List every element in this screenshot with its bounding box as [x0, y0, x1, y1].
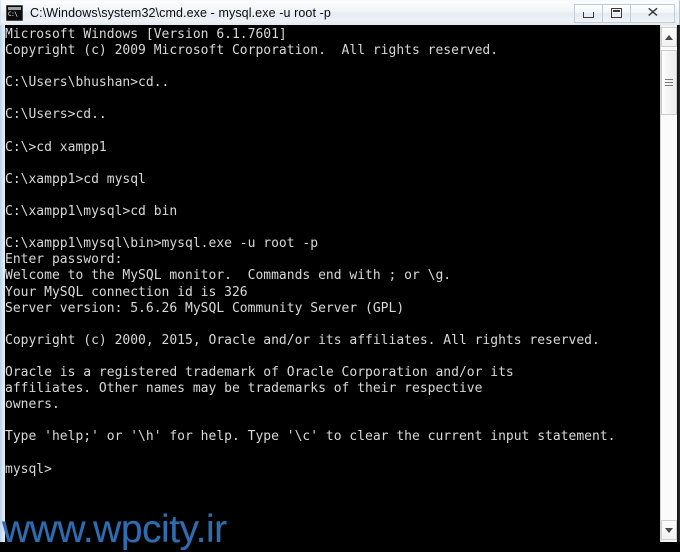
close-button[interactable]: ✕: [630, 3, 675, 23]
console-line: C:\Users\bhushan>cd..: [5, 75, 170, 91]
console-line: C:\>cd xampp1: [5, 139, 107, 155]
console-line: C:\Users>cd..: [5, 107, 107, 123]
console-line: Enter password:: [5, 252, 123, 268]
maximize-icon: [611, 8, 622, 18]
scroll-down-button[interactable]: [661, 520, 677, 540]
maximize-button[interactable]: [602, 3, 631, 23]
cmd-window: C:\ C:\Windows\system32\cmd.exe - mysql.…: [0, 0, 680, 551]
console-line: Oracle is a registered trademark of Orac…: [5, 364, 514, 380]
window-title-bar[interactable]: C:\ C:\Windows\system32\cmd.exe - mysql.…: [0, 0, 680, 25]
console-line: Type 'help;' or '\h' for help. Type '\c'…: [5, 429, 616, 445]
scrollbar-grip-icon: [665, 79, 673, 86]
console-output: Microsoft Windows [Version 6.1.7601] Copy…: [5, 27, 645, 478]
console-line: Microsoft Windows [Version 6.1.7601]: [5, 27, 287, 42]
console-line: Copyright (c) 2000, 2015, Oracle and/or …: [5, 332, 600, 348]
site-watermark: www.wpcity.ir: [2, 508, 227, 551]
console-line: owners.: [5, 397, 60, 413]
vertical-scrollbar[interactable]: [660, 25, 677, 542]
cmd-exe-icon-label: C:\: [8, 11, 18, 18]
scroll-up-button[interactable]: [661, 27, 677, 47]
console-line: C:\xampp1>cd mysql: [5, 171, 146, 187]
minimize-icon: [583, 12, 594, 18]
window-controls: ✕: [574, 3, 675, 24]
down-arrow-icon: [665, 527, 673, 533]
console-line: mysql>: [5, 461, 52, 477]
console-line: C:\xampp1\mysql\bin>mysql.exe -u root -p: [5, 236, 319, 252]
console-line: Your MySQL connection id is 326: [5, 284, 248, 300]
console-client-area[interactable]: Microsoft Windows [Version 6.1.7601] Copy…: [0, 25, 680, 551]
scrollbar-thumb[interactable]: [661, 50, 677, 115]
console-line: affiliates. Other names may be trademark…: [5, 381, 483, 397]
scrollbar-track[interactable]: [661, 47, 677, 520]
window-title: C:\Windows\system32\cmd.exe - mysql.exe …: [30, 6, 331, 20]
console-line: Welcome to the MySQL monitor. Commands e…: [5, 268, 452, 284]
console-line: Server version: 5.6.26 MySQL Community S…: [5, 300, 405, 316]
minimize-button[interactable]: [574, 3, 603, 23]
console-line: C:\xampp1\mysql>cd bin: [5, 204, 178, 220]
console-line: Copyright (c) 2009 Microsoft Corporation…: [5, 43, 499, 59]
cmd-exe-icon: C:\: [6, 5, 23, 21]
close-icon: ✕: [645, 5, 660, 21]
up-arrow-icon: [665, 34, 673, 40]
